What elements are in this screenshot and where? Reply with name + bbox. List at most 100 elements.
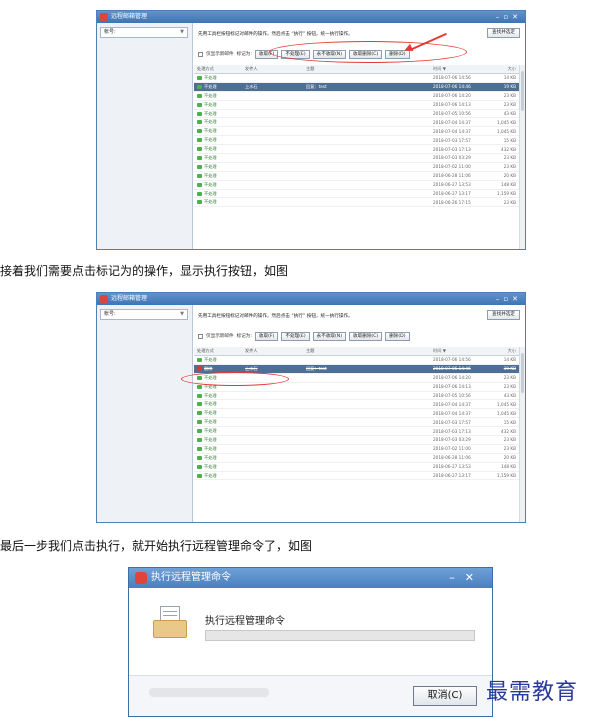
never-fetch-button[interactable]: 永不收取(N): [312, 331, 347, 341]
account-select[interactable]: 帐号: ▼: [100, 27, 188, 38]
table-row[interactable]: 不处理 2018-07-02 11:00 23 KB: [194, 163, 519, 172]
table-row[interactable]: 不处理 2018-06-28 11:06 20 KB: [194, 454, 519, 463]
row-size: 1,045 KB: [497, 119, 516, 125]
row-sender: 上水石: [245, 83, 258, 89]
row-time: 2018-07-03 17:13: [433, 146, 471, 152]
row-time: 2018-06-27 13:53: [433, 464, 471, 470]
row-size: 19 KB: [503, 84, 516, 90]
table-row[interactable]: 不处理 2018-07-06 14:20 23 KB: [194, 92, 519, 101]
table-row[interactable]: 不处理 2018-07-04 14:37 1,045 KB: [194, 127, 519, 137]
col-action[interactable]: 处理方式: [194, 66, 242, 72]
row-time: 2018-07-03 17:57: [433, 137, 471, 143]
row-action: 不处理: [204, 454, 217, 460]
delete-button[interactable]: 删除(D): [385, 331, 410, 341]
row-time: 2018-07-05 10:56: [433, 393, 471, 398]
col-time[interactable]: 时间 ▼: [430, 66, 486, 72]
mailbox-window-step2: 远程邮箱管理 –▫✕ 帐号: ▼ 先用工具栏按钮标记对邮件的操作，然后点击 “执…: [96, 292, 526, 523]
table-row[interactable]: 不处理 2018-07-03 17:57 15 KB: [194, 136, 519, 146]
window-title-bar[interactable]: 远程邮箱管理 –▫✕: [97, 11, 525, 23]
row-size: 15 KB: [503, 419, 516, 425]
table-row[interactable]: 不处理 2018-06-26 17:15 23 KB: [194, 198, 519, 208]
window-title-bar[interactable]: 远程邮箱管理 –▫✕: [97, 293, 525, 305]
find-select-button[interactable]: 查找并选定: [487, 28, 520, 38]
row-time: 2018-07-05 10:56: [433, 111, 471, 116]
vertical-scrollbar[interactable]: [519, 347, 525, 522]
table-row[interactable]: 不处理 2018-06-27 13:53 148 KB: [194, 181, 519, 190]
table-row[interactable]: 不处理 2018-06-27 13:17 1,159 KB: [194, 190, 519, 199]
chevron-down-icon: ▼: [180, 29, 184, 35]
row-action: 不处理: [204, 356, 217, 362]
find-select-button[interactable]: 查找并选定: [487, 310, 520, 320]
row-action: 不处理: [204, 472, 217, 478]
mark-as-label: 标记为:: [236, 334, 252, 339]
new-mail-checkbox[interactable]: [198, 333, 203, 339]
window-controls[interactable]: –▫✕: [496, 11, 522, 23]
table-row[interactable]: 不处理 2018-06-28 11:06 20 KB: [194, 172, 519, 181]
mail-grid: 处理方式 发件人 主题 时间 ▼ 大小 不处理 2018-07-06 14:56 1…: [194, 347, 519, 481]
col-subject[interactable]: 主题: [303, 66, 430, 72]
table-row[interactable]: 不处理 2018-07-06 14:56 14 KB: [194, 356, 519, 365]
leaf-icon: [197, 437, 202, 442]
table-row[interactable]: 不处理 2018-06-27 13:17 1,159 KB: [194, 472, 519, 481]
row-time: 2018-06-27 13:17: [433, 191, 471, 197]
leaf-icon: [197, 182, 202, 187]
leaf-icon: [197, 357, 202, 362]
window-title: 远程邮箱管理: [111, 13, 148, 20]
table-row[interactable]: 不处理 2018-07-05 10:56 43 KB: [194, 392, 519, 401]
account-sidebar: 帐号: ▼: [97, 305, 193, 522]
account-select[interactable]: 帐号: ▼: [100, 309, 188, 320]
row-action: 不处理: [204, 154, 217, 160]
fetch-delete-button[interactable]: 收取删除(C): [349, 331, 383, 341]
col-sender[interactable]: 发件人: [242, 348, 303, 354]
table-row[interactable]: 不处理 2018-07-03 03:29 23 KB: [194, 154, 519, 163]
status-text-blurred: [149, 688, 269, 697]
ignore-button[interactable]: 不处理(E): [281, 331, 310, 341]
mail-grid: 处理方式 发件人 主题 时间 ▼ 大小 不处理 2018-07-06 14:56 1…: [194, 65, 519, 208]
table-row[interactable]: 不处理 2018-07-04 14:37 1,045 KB: [194, 118, 519, 128]
table-row[interactable]: 不处理 2018-06-27 13:53 148 KB: [194, 463, 519, 472]
leaf-icon: [197, 455, 202, 460]
table-row[interactable]: 不处理 2018-07-05 10:56 43 KB: [194, 110, 519, 119]
table-row[interactable]: 不处理 2018-07-04 14:37 1,045 KB: [194, 409, 519, 419]
annotation-ellipse: [269, 41, 467, 63]
col-time[interactable]: 时间 ▼: [430, 348, 486, 354]
fetch-button[interactable]: 收取(F): [254, 331, 279, 341]
row-subject: 回复：test: [306, 365, 327, 371]
table-row[interactable]: 不处理 2018-07-04 14:37 1,045 KB: [194, 400, 519, 410]
new-mail-checkbox[interactable]: [198, 51, 203, 57]
vertical-scrollbar[interactable]: [519, 65, 525, 249]
row-size: 20 KB: [503, 455, 516, 461]
col-sender[interactable]: 发件人: [242, 66, 303, 72]
table-row[interactable]: 不处理 2018-07-06 14:13 23 KB: [194, 101, 519, 110]
dialog-title: 执行远程管理命令: [151, 572, 231, 583]
row-size: 23 KB: [503, 199, 516, 205]
window-controls[interactable]: –▫✕: [496, 293, 522, 305]
row-size: 14 KB: [503, 357, 516, 363]
row-time: 2018-07-03 03:29: [433, 437, 471, 443]
row-action: 不处理: [204, 410, 217, 416]
table-row[interactable]: 不处理 2018-07-03 17:13 432 KB: [194, 427, 519, 437]
col-action[interactable]: 处理方式: [194, 348, 242, 354]
row-time: 2018-07-02 11:00: [433, 164, 471, 170]
row-size: 43 KB: [503, 393, 516, 398]
table-row[interactable]: 不处理 2018-07-06 14:56 14 KB: [194, 74, 519, 83]
row-size: 20 KB: [503, 173, 516, 179]
table-row[interactable]: 不处理 上水石 回复：test 2018-07-06 14:46 19 KB: [194, 82, 519, 92]
mark-toolbar: 仅显示新邮件 标记为: 收取(F) 不处理(E) 永不收取(N) 收取删除(C)…: [198, 331, 410, 341]
col-subject[interactable]: 主题: [303, 348, 430, 354]
dialog-title-bar[interactable]: 执行远程管理命令 –✕: [129, 568, 492, 588]
leaf-icon: [197, 402, 202, 407]
row-time: 2018-07-06 14:56: [433, 357, 471, 363]
table-row[interactable]: 不处理 2018-07-03 17:13 432 KB: [194, 145, 519, 155]
table-row[interactable]: 不处理 2018-07-02 11:00 23 KB: [194, 445, 519, 454]
cancel-button[interactable]: 取消(C): [413, 686, 477, 706]
row-size: 432 KB: [501, 146, 516, 152]
dialog-controls[interactable]: –✕: [449, 568, 484, 588]
watermark-text: 最需教育: [486, 680, 579, 705]
col-size[interactable]: 大小: [486, 66, 519, 72]
col-size[interactable]: 大小: [486, 348, 519, 354]
delete-icon: [197, 366, 202, 372]
table-row[interactable]: 不处理 2018-07-03 03:29 23 KB: [194, 436, 519, 445]
table-row[interactable]: 不处理 2018-07-03 17:57 15 KB: [194, 418, 519, 428]
row-action: 不处理: [204, 392, 217, 398]
